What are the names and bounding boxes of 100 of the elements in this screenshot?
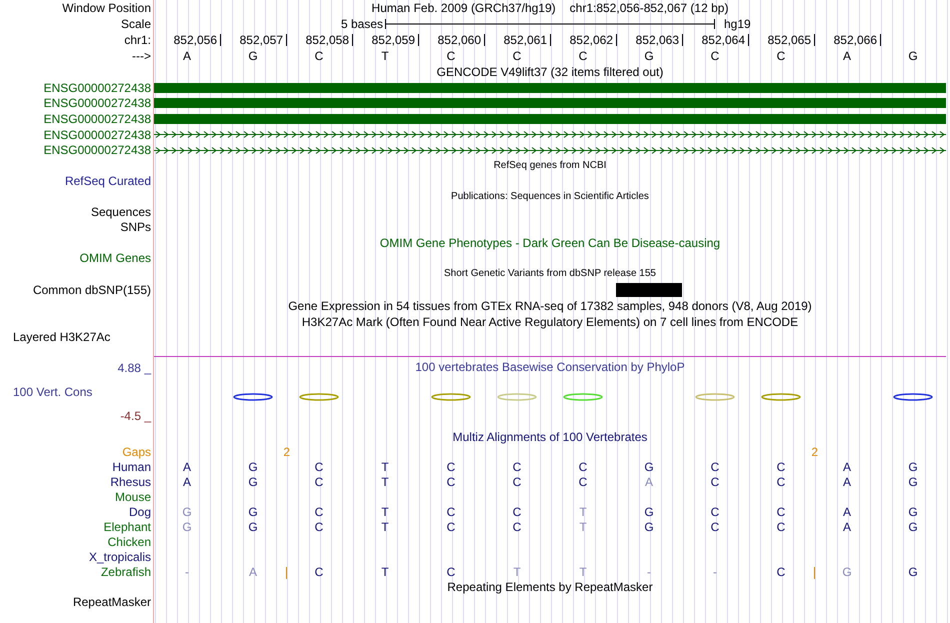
base-letter: C [314, 565, 324, 580]
base-letter: C [314, 475, 324, 490]
base-letter: C [710, 475, 720, 490]
base-letter: A [842, 505, 851, 520]
axis-max-label: 4.88 _ [118, 360, 151, 375]
base-letter: A [182, 48, 191, 62]
track-title: Multiz Alignments of 100 Vertebrates [452, 430, 648, 444]
base-letter: G [248, 475, 258, 490]
species-label: Mouse [114, 490, 151, 504]
base-letter: C [776, 565, 786, 580]
base-letter: C [446, 460, 456, 474]
track-label: Gaps [122, 445, 151, 460]
species-label: Zebrafish [100, 565, 151, 580]
gene-label[interactable]: ENSG00000272438 [44, 143, 151, 158]
base-letter: G [182, 505, 192, 520]
base-letter: G [908, 460, 918, 474]
track-title: Repeating Elements by RepeatMasker [447, 580, 653, 594]
base-letter: G [908, 505, 918, 520]
track-label[interactable]: 100 Vert. Cons [13, 384, 92, 399]
position-label: 852,058 [306, 34, 353, 46]
track-title: GENCODE V49lift37 (32 items filtered out) [436, 64, 664, 78]
base-letter: T [513, 565, 521, 580]
position-range: chr1:852,056-852,067 (12 bp) [570, 0, 728, 14]
base-letter: C [710, 520, 720, 534]
base-letter: T [579, 505, 587, 520]
position-label: 852,060 [438, 34, 485, 46]
position-label: 852,066 [834, 34, 881, 46]
track-title: Short Genetic Variants from dbSNP release 155 [444, 268, 656, 280]
gene-block[interactable] [154, 114, 946, 124]
base-letter: C [446, 520, 456, 534]
base-letter: C [578, 48, 588, 62]
base-letter: A [842, 48, 851, 62]
base-letter: T [381, 520, 389, 534]
gene-label[interactable]: ENSG00000272438 [44, 128, 151, 142]
position-label: 852,064 [702, 34, 749, 46]
track-label[interactable]: RefSeq Curated [64, 174, 151, 188]
base-letter: G [248, 460, 258, 474]
base-letter: C [776, 460, 786, 474]
base-letter: T [381, 48, 389, 62]
base-letter: G [908, 565, 918, 580]
base-letter: A [842, 475, 851, 490]
base-letter: C [578, 475, 588, 490]
base-letter: A [644, 475, 653, 490]
track-label: Window Position [62, 0, 151, 14]
base-letter: C [578, 460, 588, 474]
base-letter: G [644, 48, 654, 62]
base-letter: C [776, 48, 786, 62]
insertion-count: 2 [283, 445, 290, 460]
position-label: 852,056 [174, 34, 221, 46]
base-letter: T [579, 565, 587, 580]
gene-label[interactable]: ENSG00000272438 [44, 96, 151, 110]
gene-block[interactable] [154, 98, 946, 108]
track-label[interactable]: SNPs [120, 220, 151, 234]
base-letter: T [381, 565, 389, 580]
assembly-label: hg19 [724, 16, 752, 30]
base-letter: C [446, 475, 456, 490]
base-letter: C [512, 520, 522, 534]
base-letter: C [776, 520, 786, 534]
base-letter: C [446, 565, 456, 580]
base-letter: G [908, 520, 918, 534]
position-label: 852,061 [504, 34, 551, 46]
track-label[interactable]: RepeatMasker [72, 595, 151, 610]
base-letter: G [908, 48, 918, 62]
track-title: H3K27Ac Mark (Often Found Near Active Regulatory Elements) on 7 cell lines from ENCODE [302, 314, 798, 329]
species-label: Elephant [104, 520, 151, 534]
base-letter: C [512, 460, 522, 474]
gene-label[interactable]: ENSG00000272438 [44, 80, 151, 95]
base-letter: G [644, 460, 654, 474]
species-label: X_tropicalis [88, 550, 151, 564]
gene-label[interactable]: ENSG00000272438 [44, 112, 151, 126]
base-letter: G [182, 520, 192, 534]
track-label[interactable]: Sequences [90, 205, 151, 220]
base-letter: - [185, 565, 189, 580]
base-letter: A [842, 460, 851, 474]
variant-bar[interactable] [616, 282, 682, 297]
track-label[interactable]: Common dbSNP(155) [32, 282, 151, 297]
track-title: 100 vertebrates Basewise Conservation by PhyloP [415, 360, 685, 374]
base-letter: A [182, 460, 191, 474]
base-letter: T [579, 520, 587, 534]
track-label[interactable]: Layered H3K27Ac [13, 330, 110, 344]
track-label[interactable]: OMIM Genes [80, 251, 151, 266]
base-letter: G [644, 505, 654, 520]
track-label: Scale [120, 16, 151, 30]
base-letter: C [710, 48, 720, 62]
position-label: 852,063 [636, 34, 683, 46]
position-label: 852,062 [570, 34, 617, 46]
track-label: chr1: [124, 33, 151, 47]
track-title: Publications: Sequences in Scientific Articles [451, 191, 649, 202]
track-title: Gene Expression in 54 tissues from GTEx RNA-seq of 17382 samples, 948 donors (V8, Aug 2019) [288, 298, 812, 313]
base-letter: G [908, 475, 918, 490]
base-letter: C [512, 505, 522, 520]
position-label: 852,065 [768, 34, 815, 46]
species-label: Chicken [108, 535, 151, 550]
gene-block[interactable] [154, 82, 946, 93]
base-letter: G [248, 48, 258, 62]
track-title: OMIM Gene Phenotypes - Dark Green Can Be Disease-causing [380, 236, 720, 250]
species-label: Dog [128, 505, 151, 520]
base-letter: T [381, 505, 389, 520]
position-label: 852,057 [240, 34, 287, 46]
base-letter: G [248, 505, 258, 520]
